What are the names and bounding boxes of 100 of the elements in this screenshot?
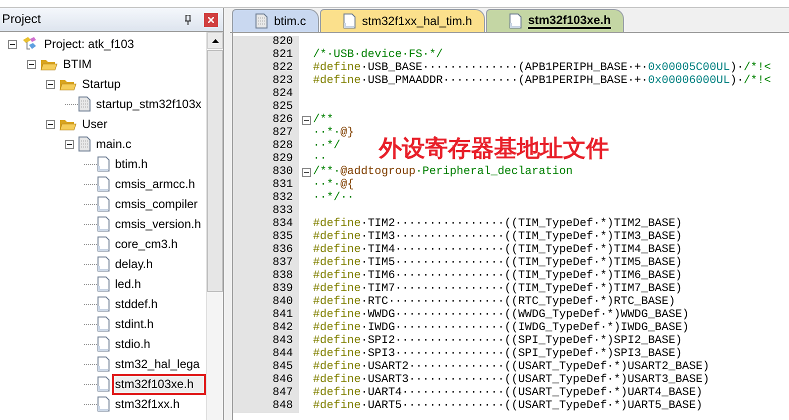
file-tab[interactable]: stm32f103xe.h	[486, 9, 624, 32]
tree-item[interactable]: core_cm3.h	[114, 236, 179, 252]
file-tab[interactable]: btim.c	[232, 9, 320, 32]
code-line: #define·USB_PMAADDR···········(APB1PERIPH_BASE·+·0x00006000UL)·/*!<	[313, 75, 771, 88]
hatched-document-icon	[78, 136, 91, 152]
line-number: 821	[233, 49, 299, 62]
document-icon	[97, 336, 110, 352]
code-line: #define·UART4···············((USART_TypeDef·*)UART4_BASE)	[313, 387, 703, 400]
close-button[interactable]	[204, 12, 218, 26]
file-tab[interactable]: stm32f1xx_hal_tim.h	[320, 9, 486, 32]
code-line: /**	[313, 114, 334, 126]
code-line: #define·USB_BASE··············(APB1PERIPH_BASE·+·0x00005C00UL)·/*!<	[313, 62, 771, 74]
tree-item[interactable]: stm32f103xe.h	[114, 376, 204, 392]
line-number: 840	[233, 296, 299, 309]
hatched-document-icon	[255, 13, 268, 29]
tree-item[interactable]: startup_stm32f103x	[95, 96, 202, 112]
tree-item[interactable]: cmsis_armcc.h	[114, 176, 196, 192]
tree-item[interactable]: cmsis_compiler	[114, 196, 199, 212]
code-line: #define·SPI2················((SPI_TypeDef·*)SPI2_BASE)	[313, 335, 682, 348]
line-number: 846	[233, 374, 299, 387]
line-number: 842	[233, 322, 299, 335]
tree-item[interactable]: stm32_hal_lega	[114, 356, 201, 372]
line-number: 823	[233, 75, 299, 88]
code-line: #define·TIM4················((TIM_TypeDef·*)TIM4_BASE)	[313, 244, 682, 256]
code-line: /*·USB·device·FS·*/	[313, 49, 443, 62]
hatched-document-icon	[78, 96, 91, 112]
tree-item[interactable]: User	[81, 116, 108, 132]
line-number: 837	[233, 257, 299, 270]
document-icon	[97, 176, 110, 192]
code-line: /**·@addtogroup·Peripheral_declaration	[313, 166, 573, 178]
folder-icon	[59, 117, 77, 131]
tree-item[interactable]: cmsis_version.h	[114, 216, 202, 232]
code-line: #define·IWDG················((IWDG_TypeDef·*)IWDG_BASE)	[313, 322, 689, 334]
line-number: 827	[233, 127, 299, 140]
tree-item[interactable]: led.h	[114, 276, 142, 292]
code-line: #define·TIM2················((TIM_TypeDef·*)TIM2_BASE)	[313, 218, 682, 230]
tree-item[interactable]: Startup	[81, 76, 122, 92]
collapse-toggle[interactable]	[46, 80, 55, 88]
pin-icon[interactable]	[184, 14, 192, 24]
document-icon	[97, 236, 110, 252]
code-line: #define·USART2··············((USART_TypeDef·*)USART2_BASE)	[313, 361, 710, 374]
line-number: 828	[233, 140, 299, 153]
collapse-toggle[interactable]	[65, 140, 74, 148]
line-number: 841	[233, 309, 299, 322]
scrollbar[interactable]	[206, 32, 223, 420]
up-arrow-icon	[212, 38, 218, 42]
document-icon	[97, 356, 110, 372]
tree-item[interactable]: main.c	[95, 136, 132, 152]
line-number: 830	[233, 166, 299, 179]
code-line: ··*·@{	[313, 179, 354, 192]
line-number: 845	[233, 361, 299, 374]
document-icon	[97, 296, 110, 312]
fold-toggle[interactable]	[302, 116, 310, 125]
document-icon	[97, 156, 110, 172]
tree-item[interactable]: BTIM	[62, 56, 93, 72]
collapse-toggle[interactable]	[27, 60, 36, 68]
document-icon	[97, 196, 110, 212]
tree-item[interactable]: stdint.h	[114, 316, 155, 332]
fold-toggle[interactable]	[302, 168, 310, 177]
code-line: #define·TIM5················((TIM_TypeDef·*)TIM5_BASE)	[313, 257, 682, 270]
line-number: 847	[233, 387, 299, 400]
code-line: ··*·@}	[313, 127, 354, 140]
document-icon	[509, 13, 522, 29]
code-line: #define·RTC·················((RTC_TypeDef·*)RTC_BASE)	[313, 296, 676, 308]
line-number: 832	[233, 192, 299, 205]
tree-item[interactable]: stdio.h	[114, 336, 152, 352]
code-line: #define·USART3··············((USART_TypeDef·*)USART3_BASE)	[313, 374, 710, 386]
tree-item[interactable]: stddef.h	[114, 296, 159, 312]
code-line: ··*/	[313, 140, 340, 153]
line-number: 824	[233, 88, 299, 101]
line-number: 834	[233, 218, 299, 231]
scroll-up-button[interactable]	[207, 32, 223, 49]
code-line: #define·UART5···············((USART_TypeDef·*)UART5_BASE)	[313, 400, 703, 413]
line-number: 826	[233, 114, 299, 127]
tree-item[interactable]: btim.h	[114, 156, 149, 172]
line-number: 829	[233, 153, 299, 166]
annotation-text: 外设寄存器基地址文件	[379, 135, 609, 164]
document-icon	[343, 13, 356, 29]
folder-icon	[40, 57, 58, 71]
collapse-toggle[interactable]	[8, 40, 17, 48]
close-icon	[208, 16, 214, 22]
code-line: ··*/··	[313, 192, 354, 205]
tree-item[interactable]: Project: atk_f103	[43, 36, 136, 52]
line-number: 836	[233, 244, 299, 257]
document-icon	[97, 256, 110, 272]
line-number: 831	[233, 179, 299, 192]
code-line: #define·TIM3················((TIM_TypeDef·*)TIM3_BASE)	[313, 231, 682, 244]
tree-item[interactable]: delay.h	[114, 256, 154, 272]
collapse-toggle[interactable]	[46, 120, 55, 128]
document-icon	[97, 316, 110, 332]
line-number: 835	[233, 231, 299, 244]
code-line: #define·SPI3················((SPI_TypeDef·*)SPI3_BASE)	[313, 348, 682, 360]
tree-item[interactable]: stm32f1xx.h	[114, 396, 181, 412]
line-number: 848	[233, 400, 299, 413]
code-line: #define·TIM6················((TIM_TypeDef·*)TIM6_BASE)	[313, 270, 682, 282]
line-number: 833	[233, 205, 299, 218]
panel-title: Project	[2, 11, 42, 28]
line-number: 844	[233, 348, 299, 361]
scroll-thumb[interactable]	[207, 50, 223, 292]
code-line: #define·WWDG················((WWDG_TypeDef·*)WWDG_BASE)	[313, 309, 689, 322]
